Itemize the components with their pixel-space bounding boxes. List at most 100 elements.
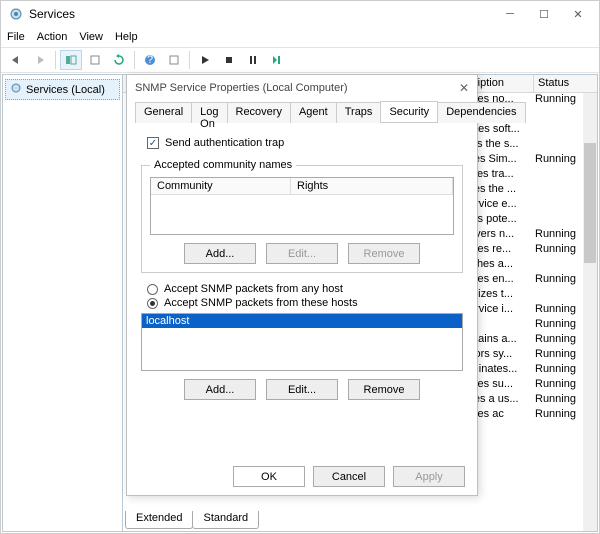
community-listbox[interactable]: Community Rights [150,177,454,235]
pause-service-icon[interactable] [242,50,264,70]
col-community[interactable]: Community [151,178,291,194]
services-icon [10,82,22,97]
cell-description: iles a us... [469,393,535,408]
cell-description: ides ac [469,408,535,423]
host-item-selected[interactable]: localhost [142,314,462,328]
cell-description: ies pote... [469,213,535,228]
radio-icon [147,298,158,309]
dialog-close-icon[interactable]: ✕ [459,81,469,95]
menu-help[interactable]: Help [115,31,138,43]
tab-log-on[interactable]: Log On [191,102,227,123]
toolbar: ? [1,47,599,73]
cell-description: ws the s... [469,138,535,153]
titlebar: Services ─ ☐ ✕ [1,1,599,27]
table-row[interactable]: ides en...Running [469,273,595,288]
tree-item-label: Services (Local) [26,84,105,96]
menu-file[interactable]: File [7,31,25,43]
table-row[interactable]: Running [469,318,595,333]
tree-item-services-local[interactable]: Services (Local) [5,79,120,100]
send-auth-trap-checkbox[interactable]: ✓ Send authentication trap [147,137,463,149]
cancel-button[interactable]: Cancel [313,466,385,487]
dialog-title: SNMP Service Properties (Local Computer) [135,82,348,94]
maximize-button[interactable]: ☐ [527,3,561,25]
dialog-tabs: GeneralLog OnRecoveryAgentTrapsSecurityD… [135,101,469,123]
radio-label: Accept SNMP packets from these hosts [164,297,358,309]
table-row[interactable]: iles Sim...Running [469,153,595,168]
cell-description: overs n... [469,228,535,243]
cell-description: iches a... [469,258,535,273]
cell-description: ntains a... [469,333,535,348]
cell-description: mizes t... [469,288,535,303]
tab-recovery[interactable]: Recovery [227,102,291,123]
table-row[interactable]: rdinates...Running [469,363,595,378]
refresh-icon[interactable] [108,50,130,70]
table-row[interactable]: ntains a...Running [469,333,595,348]
checkbox-icon: ✓ [147,137,159,149]
services-icon [9,7,23,21]
table-row[interactable]: ives tra... [469,168,595,183]
radio-icon [147,284,158,295]
table-row[interactable]: iles the ... [469,183,595,198]
tab-standard[interactable]: Standard [192,511,259,529]
table-row[interactable]: mizes t... [469,288,595,303]
tab-general[interactable]: General [135,102,192,123]
table-row[interactable]: ates soft... [469,123,595,138]
tab-security[interactable]: Security [380,101,438,122]
table-row[interactable]: iles a us...Running [469,393,595,408]
window-title: Services [29,7,493,21]
radio-these-hosts[interactable]: Accept SNMP packets from these hosts [147,297,463,309]
table-row[interactable]: iches a... [469,258,595,273]
col-description[interactable]: ription [469,75,533,93]
menu-action[interactable]: Action [37,31,68,43]
menu-view[interactable]: View [79,31,103,43]
table-row[interactable]: itors sy...Running [469,348,595,363]
properties-icon[interactable] [163,50,185,70]
col-rights[interactable]: Rights [291,178,453,194]
table-row[interactable]: ervice e... [469,198,595,213]
tab-dependencies[interactable]: Dependencies [437,102,525,123]
table-row[interactable]: ws the s... [469,138,595,153]
ok-button[interactable]: OK [233,466,305,487]
cell-description: ides su... [469,378,535,393]
table-row[interactable]: ides su...Running [469,378,595,393]
restart-service-icon[interactable] [266,50,288,70]
cell-description: ives tra... [469,168,535,183]
tab-traps[interactable]: Traps [336,102,382,123]
community-names-group: Accepted community names Community Right… [141,159,463,273]
host-remove-button[interactable]: Remove [348,379,420,400]
cell-description: ervice i... [469,303,535,318]
menubar: File Action View Help [1,27,599,47]
help-icon[interactable]: ? [139,50,161,70]
svg-text:?: ? [147,54,153,66]
show-hide-tree-button[interactable] [60,50,82,70]
table-row[interactable]: ides acRunning [469,408,595,423]
service-list: ides no...Runningages ac...ates soft...w… [469,93,595,423]
stop-service-icon[interactable] [218,50,240,70]
minimize-button[interactable]: ─ [493,3,527,25]
close-button[interactable]: ✕ [561,3,595,25]
apply-button: Apply [393,466,465,487]
checkbox-label: Send authentication trap [165,137,284,149]
col-status[interactable]: Status [533,75,593,93]
cell-description: ervice e... [469,198,535,213]
back-button[interactable] [5,50,27,70]
scrollbar[interactable] [583,93,597,531]
host-edit-button[interactable]: Edit... [266,379,338,400]
radio-any-host[interactable]: Accept SNMP packets from any host [147,283,463,295]
table-row[interactable]: ides re...Running [469,243,595,258]
table-row[interactable]: ervice i...Running [469,303,595,318]
cell-description: ates soft... [469,123,535,138]
cell-description: ides en... [469,273,535,288]
tab-extended[interactable]: Extended [125,511,193,529]
table-row[interactable]: overs n...Running [469,228,595,243]
tab-agent[interactable]: Agent [290,102,337,123]
start-service-icon[interactable] [194,50,216,70]
snmp-properties-dialog: SNMP Service Properties (Local Computer)… [126,74,478,496]
hosts-listbox[interactable]: localhost [141,313,463,371]
host-add-button[interactable]: Add... [184,379,256,400]
table-row[interactable]: ies pote... [469,213,595,228]
forward-button[interactable] [29,50,51,70]
export-icon[interactable] [84,50,106,70]
community-edit-button: Edit... [266,243,338,264]
community-add-button[interactable]: Add... [184,243,256,264]
